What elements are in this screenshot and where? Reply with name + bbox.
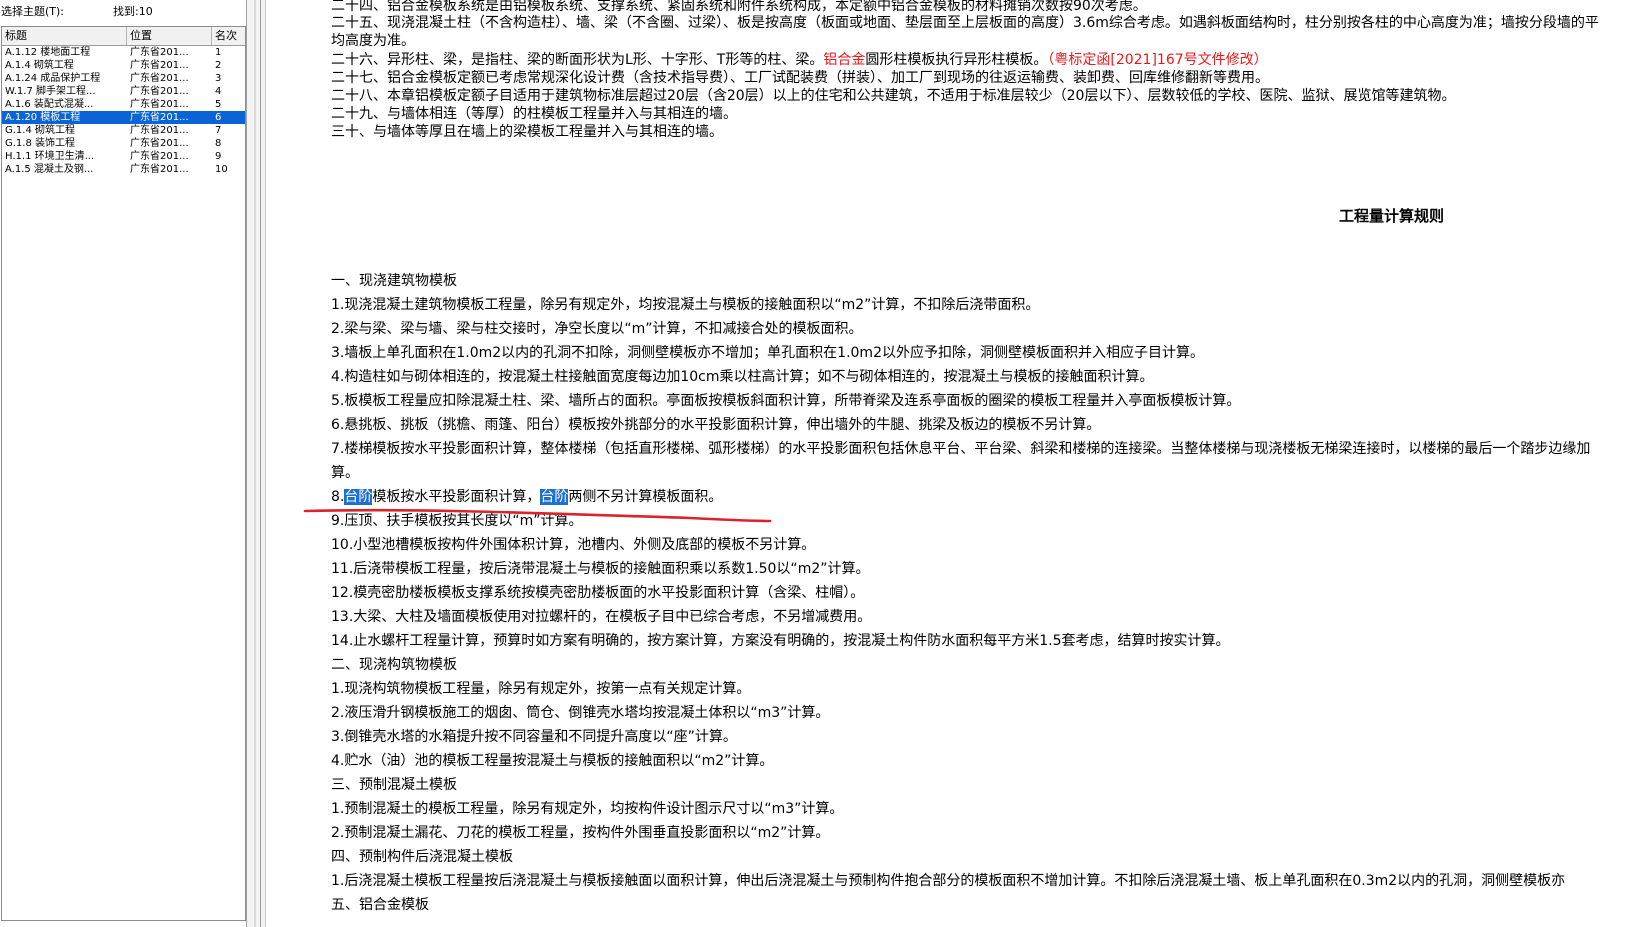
result-location: 广东省201... bbox=[130, 151, 189, 162]
result-rank: 4 bbox=[215, 86, 222, 97]
clause-30: 三十、与墙体等厚且在墙上的梁模板工程量并入与其相连的墙。 bbox=[331, 124, 723, 140]
clause-25: 二十五、现浇混凝土柱（不含构造柱）、墙、梁（不含圈、过梁）、板是按高度（板面或地… bbox=[331, 15, 1599, 31]
section-heading: 一、现浇建筑物模板 bbox=[331, 273, 457, 289]
rule-line: 1.现浇混凝土建筑物模板工程量，除另有规定外，均按混凝土与模板的接触面积以“m2… bbox=[331, 297, 1040, 313]
section-heading: 二、现浇构筑物模板 bbox=[331, 657, 457, 673]
document-view[interactable]: 二十四、铝合金模板系统是由铝模板系统、支撑系统、紧固系统和附件系统构成，本定额中… bbox=[266, 0, 1648, 927]
result-location: 广东省201... bbox=[130, 164, 189, 175]
result-rank: 9 bbox=[215, 151, 222, 162]
rule-line: 13.大梁、大柱及墙面模板使用对拉螺杆的，在模板子目中已综合考虑，不另增减费用。 bbox=[331, 609, 872, 625]
table-row[interactable]: H.1.1 环境卫生清... 广东省201... 9 bbox=[2, 150, 245, 163]
result-title: A.1.4 砌筑工程 bbox=[5, 60, 74, 71]
result-title: A.1.6 装配式混凝... bbox=[5, 99, 94, 110]
clause-27: 二十七、铝合金模板定额已考虑常规深化设计费（含技术指导费）、工厂试配装费（拼装）… bbox=[331, 70, 1269, 86]
result-title: A.1.12 楼地面工程 bbox=[5, 47, 91, 58]
rule-line: 4.构造柱如与砌体相连的，按混凝土柱接触面宽度每边加10cm乘以柱高计算；如不与… bbox=[331, 369, 1154, 385]
rule-number: 8. bbox=[331, 489, 345, 505]
clause-26: 二十六、异形柱、梁，是指柱、梁的断面形状为L形、十字形、T形等的柱、梁。铝合金圆… bbox=[331, 51, 1268, 70]
result-rank: 5 bbox=[215, 99, 222, 110]
rule-line-continued: 算。 bbox=[331, 465, 359, 481]
rule-line-8-highlighted: 8.台阶模板按水平投影面积计算，台阶两侧不另计算模板面积。 bbox=[331, 488, 722, 507]
rule-line: 1.预制混凝土的模板工程量，除另有规定外，均按构件设计图示尺寸以“m3”计算。 bbox=[331, 801, 844, 817]
rule-line: 4.贮水（油）池的模板工程量按混凝土与模板的接触面积以“m2”计算。 bbox=[331, 753, 774, 769]
result-title: A.1.5 混凝土及钢... bbox=[5, 164, 94, 175]
results-table: 标题 位置 名次 A.1.12 楼地面工程 广东省201... 1 A.1.4 … bbox=[1, 26, 246, 921]
results-table-header: 标题 位置 名次 bbox=[2, 27, 245, 46]
rule-text: 两侧不另计算模板面积。 bbox=[568, 489, 723, 505]
column-header-rank[interactable]: 名次 bbox=[212, 27, 245, 45]
section-heading: 四、预制构件后浇混凝土模板 bbox=[331, 849, 513, 865]
results-table-empty-area bbox=[2, 176, 245, 920]
rule-line: 9.压顶、扶手模板按其长度以“m”计算。 bbox=[331, 513, 583, 529]
result-rank: 2 bbox=[215, 60, 222, 71]
splitter-grip bbox=[254, 0, 256, 927]
table-row[interactable]: W.1.7 脚手架工程... 广东省201... 4 bbox=[2, 85, 245, 98]
clause-25-continued: 均高度为准。 bbox=[331, 33, 415, 49]
result-title: G.1.8 装饰工程 bbox=[5, 138, 76, 149]
table-row[interactable]: G.1.8 装饰工程 广东省201... 8 bbox=[2, 137, 245, 150]
rule-line: 7.楼梯模板按水平投影面积计算，整体楼梯（包括直形楼梯、弧形楼梯）的水平投影面积… bbox=[331, 441, 1591, 457]
column-header-title[interactable]: 标题 bbox=[2, 27, 127, 45]
column-header-location[interactable]: 位置 bbox=[127, 27, 212, 45]
result-title: W.1.7 脚手架工程... bbox=[5, 86, 96, 97]
result-rank: 10 bbox=[215, 164, 228, 175]
search-results-panel: 选择主题(T): 找到:10 标题 位置 名次 A.1.12 楼地面工程 广东省… bbox=[0, 0, 247, 927]
search-hit-highlight: 台阶 bbox=[344, 489, 373, 505]
result-location: 广东省201... bbox=[130, 47, 189, 58]
rule-line: 5.板模板工程量应扣除混凝土柱、梁、墙所占的面积。亭面板按模板斜面积计算，所带脊… bbox=[331, 393, 1241, 409]
section-heading-calculation-rules: 工程量计算规则 bbox=[1339, 207, 1445, 225]
table-row[interactable]: A.1.12 楼地面工程 广东省201... 1 bbox=[2, 46, 245, 59]
section-heading: 五、铝合金模板 bbox=[331, 897, 429, 913]
result-location: 广东省201... bbox=[130, 125, 189, 136]
table-row[interactable]: A.1.4 砌筑工程 广东省201... 2 bbox=[2, 59, 245, 72]
result-rank: 3 bbox=[215, 73, 222, 84]
rule-line: 3.墙板上单孔面积在1.0m2以内的孔洞不扣除，洞侧壁模板亦不增加；单孔面积在1… bbox=[331, 345, 1204, 361]
table-row[interactable]: A.1.24 成品保护工程 广东省201... 3 bbox=[2, 72, 245, 85]
rule-line: 1.后浇混凝土模板工程量按后浇混凝土与模板接触面以面积计算，伸出后浇混凝土与预制… bbox=[331, 873, 1566, 889]
rule-line: 6.悬挑板、挑板（挑檐、雨篷、阳台）模板按外挑部分的水平投影面积计算，伸出墙外的… bbox=[331, 417, 1101, 433]
result-location: 广东省201... bbox=[130, 112, 189, 123]
result-location: 广东省201... bbox=[130, 60, 189, 71]
rule-line: 2.液压滑升钢模板施工的烟囱、筒仓、倒锥壳水塔均按混凝土体积以“m3”计算。 bbox=[331, 705, 830, 721]
rule-line: 2.梁与梁、梁与墙、梁与柱交接时，净空长度以“m”计算，不扣减接合处的模板面积。 bbox=[331, 321, 863, 337]
panel-splitter[interactable] bbox=[247, 0, 266, 927]
result-title: A.1.24 成品保护工程 bbox=[5, 73, 101, 84]
result-rank: 1 bbox=[215, 47, 222, 58]
search-hit-highlight: 台阶 bbox=[540, 489, 569, 505]
document-left-border bbox=[260, 0, 261, 927]
table-row[interactable]: A.1.5 混凝土及钢... 广东省201... 10 bbox=[2, 163, 245, 176]
table-row[interactable]: G.1.4 砌筑工程 广东省201... 7 bbox=[2, 124, 245, 137]
result-rank: 8 bbox=[215, 138, 222, 149]
rule-line: 10.小型池槽模板按构件外围体积计算，池槽内、外侧及底部的模板不另计算。 bbox=[331, 537, 816, 553]
clause-26-middle: 圆形柱模板执行异形柱模板。 bbox=[865, 52, 1048, 68]
rule-line: 3.倒锥壳水塔的水箱提升按不同容量和不同提升高度以“座”计算。 bbox=[331, 729, 737, 745]
clause-28: 二十八、本章铝模板定额子目适用于建筑物标准层超过20层（含20层）以上的住宅和公… bbox=[331, 88, 1456, 104]
result-rank: 6 bbox=[215, 112, 222, 123]
clause-29: 二十九、与墙体相连（等厚）的柱模板工程量并入与其相连的墙。 bbox=[331, 106, 737, 122]
topic-select-label[interactable]: 选择主题(T): bbox=[1, 0, 64, 24]
clause-26-red-text: 铝合金 bbox=[823, 52, 866, 68]
result-location: 广东省201... bbox=[130, 73, 189, 84]
table-row[interactable]: A.1.6 装配式混凝... 广东省201... 5 bbox=[2, 98, 245, 111]
rule-line: 11.后浇带模板工程量，按后浇带混凝土与模板的接触面积乘以系数1.50以“m2”… bbox=[331, 561, 870, 577]
revision-note: （粤标定函[2021]167号文件修改） bbox=[1047, 52, 1268, 68]
result-title: A.1.20 模板工程 bbox=[5, 112, 81, 123]
rule-line: 12.模壳密肋楼板模板支撑系统按模壳密肋楼板面的水平投影面积计算（含梁、柱帽）。 bbox=[331, 585, 865, 601]
found-count-label: 找到:10 bbox=[113, 5, 153, 18]
rule-line: 2.预制混凝土漏花、刀花的模板工程量，按构件外围垂直投影面积以“m2”计算。 bbox=[331, 825, 830, 841]
result-location: 广东省201... bbox=[130, 99, 189, 110]
search-info-bar: 选择主题(T): 找到:10 bbox=[0, 0, 246, 24]
result-title: H.1.1 环境卫生清... bbox=[5, 151, 95, 162]
results-table-body: A.1.12 楼地面工程 广东省201... 1 A.1.4 砌筑工程 广东省2… bbox=[2, 46, 245, 176]
result-rank: 7 bbox=[215, 125, 222, 136]
result-title: G.1.4 砌筑工程 bbox=[5, 125, 76, 136]
result-location: 广东省201... bbox=[130, 138, 189, 149]
rule-line: 1.现浇构筑物模板工程量，除另有规定外，按第一点有关规定计算。 bbox=[331, 681, 751, 697]
section-heading: 三、预制混凝土模板 bbox=[331, 777, 457, 793]
rule-text: 模板按水平投影面积计算， bbox=[372, 489, 541, 505]
clause-26-prefix: 二十六、异形柱、梁，是指柱、梁的断面形状为L形、十字形、T形等的柱、梁。 bbox=[331, 52, 824, 68]
result-location: 广东省201... bbox=[130, 86, 189, 97]
rule-line: 14.止水螺杆工程量计算，预算时如方案有明确的，按方案计算，方案没有明确的，按混… bbox=[331, 633, 1230, 649]
table-row-selected[interactable]: A.1.20 模板工程 广东省201... 6 bbox=[2, 111, 245, 124]
